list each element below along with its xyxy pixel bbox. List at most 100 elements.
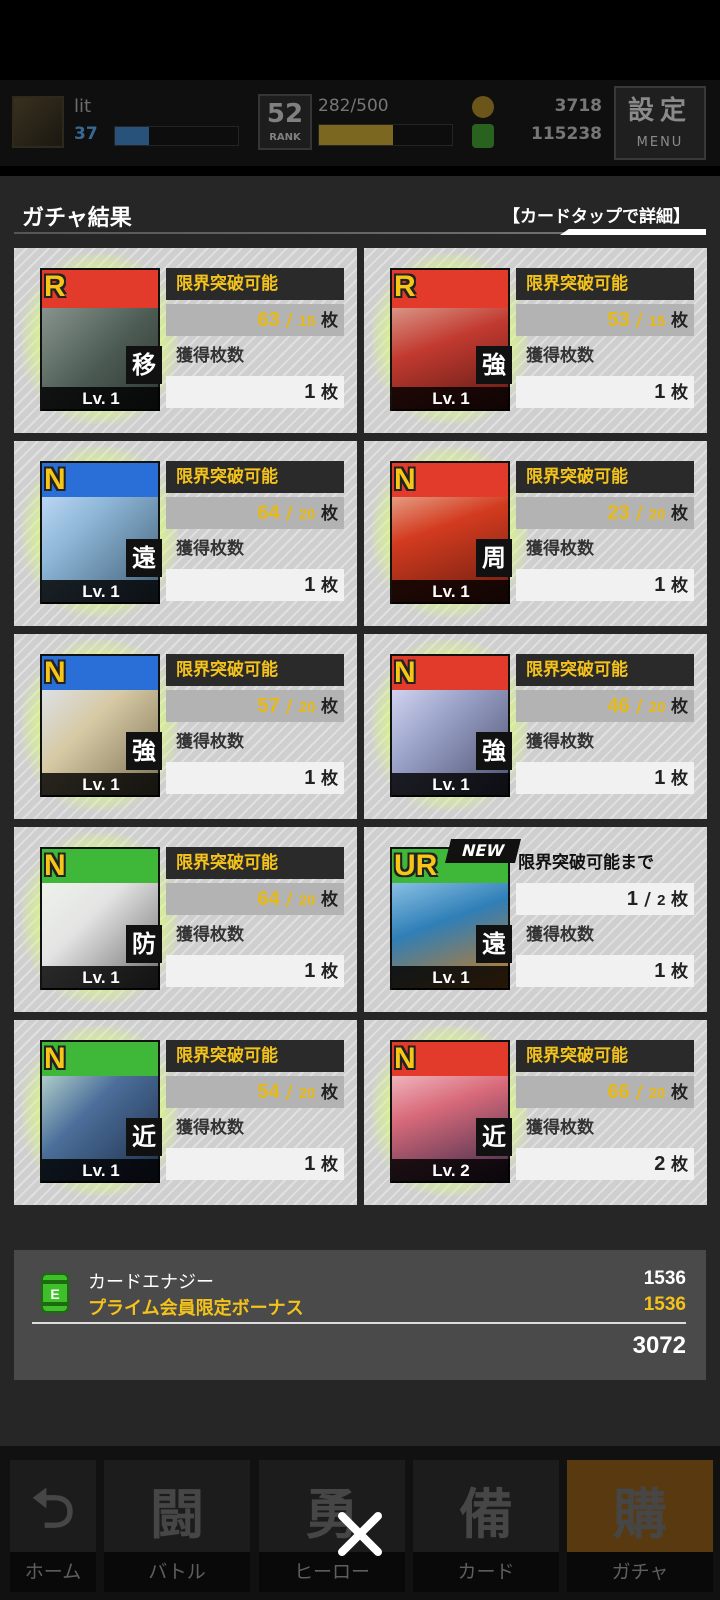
obtained-number: 1 <box>304 574 316 596</box>
limit-break-count: 64 / 20 枚 <box>166 497 344 529</box>
menu-button-top: 設定 <box>627 96 692 126</box>
obtained-count: 1 枚 <box>166 955 344 987</box>
limit-break-max: 2 <box>657 892 666 909</box>
card-level: Lv. 1 <box>42 580 160 604</box>
gacha-result-card[interactable]: N 近 Lv. 1 限界突破可能 54 / 20 枚 獲得枚数 1 枚 <box>14 1020 357 1205</box>
card-level: Lv. 1 <box>42 773 160 797</box>
tap-hint: 【カードタップで詳細】 <box>503 207 690 227</box>
card-rarity: UR <box>394 849 438 882</box>
battle-icon: 闘 <box>150 1483 204 1546</box>
obtained-unit: 枚 <box>321 1155 338 1175</box>
card-rarity: N <box>394 656 416 689</box>
limit-break-max: 20 <box>298 892 316 909</box>
obtained-unit: 枚 <box>671 1155 688 1175</box>
limit-break-max: 20 <box>298 1085 316 1102</box>
limit-break-current: 57 <box>257 695 280 717</box>
limit-break-count: 66 / 20 枚 <box>516 1076 694 1108</box>
limit-break-current: 23 <box>607 502 630 524</box>
obtained-count: 1 枚 <box>166 569 344 601</box>
limit-break-unit: 枚 <box>321 504 338 524</box>
card-icon: 備 <box>459 1483 513 1546</box>
limit-break-unit: 枚 <box>671 890 688 910</box>
obtained-label: 獲得枚数 <box>176 925 244 945</box>
gacha-icon: 購 <box>613 1483 667 1546</box>
obtained-number: 1 <box>304 1153 316 1175</box>
status-bar <box>0 0 720 72</box>
limit-break-label: 限界突破可能 <box>166 654 344 686</box>
card-rarity: N <box>44 656 66 689</box>
card-rarity: N <box>44 1042 66 1075</box>
gacha-result-card[interactable]: N 強 Lv. 1 限界突破可能 57 / 20 枚 獲得枚数 1 枚 <box>14 634 357 819</box>
limit-break-label: 限界突破可能 <box>166 847 344 879</box>
gacha-result-card[interactable]: R 移 Lv. 1 限界突破可能 63 / 15 枚 獲得枚数 1 枚 <box>14 248 357 433</box>
nav-item-gacha[interactable]: 購 ガチャ <box>567 1460 713 1592</box>
limit-break-current: 53 <box>607 309 630 331</box>
card-energy-label: カードエナジー <box>88 1272 214 1293</box>
limit-break-unit: 枚 <box>671 1083 688 1103</box>
obtained-unit: 枚 <box>321 769 338 789</box>
rank-label: RANK <box>269 132 301 143</box>
gacha-result-card[interactable]: N 防 Lv. 1 限界突破可能 64 / 20 枚 獲得枚数 1 枚 <box>14 827 357 1012</box>
card-type-badge: 強 <box>126 732 162 770</box>
obtained-number: 1 <box>654 381 666 403</box>
card-level: Lv. 1 <box>392 580 510 604</box>
xp-bar <box>114 126 239 146</box>
gacha-result-card[interactable]: R 強 Lv. 1 限界突破可能 53 / 15 枚 獲得枚数 1 枚 <box>364 248 707 433</box>
limit-break-unit: 枚 <box>321 697 338 717</box>
card-rarity: N <box>394 1042 416 1075</box>
limit-break-label: 限界突破可能 <box>516 654 694 686</box>
obtained-unit: 枚 <box>671 769 688 789</box>
obtained-number: 2 <box>654 1153 666 1175</box>
obtained-count: 1 枚 <box>166 762 344 794</box>
obtained-label: 獲得枚数 <box>176 346 244 366</box>
limit-break-max: 20 <box>648 699 666 716</box>
nav-item-home[interactable]: ⮌ ホーム <box>10 1460 96 1592</box>
gacha-result-card[interactable]: N 近 Lv. 2 限界突破可能 66 / 20 枚 獲得枚数 2 枚 <box>364 1020 707 1205</box>
card-type-badge: 防 <box>126 925 162 963</box>
player-header <box>0 80 720 166</box>
limit-break-label: 限界突破可能 <box>166 1040 344 1072</box>
close-icon[interactable] <box>334 1508 386 1560</box>
obtained-count: 1 枚 <box>516 762 694 794</box>
page-title: ガチャ結果 <box>22 206 132 231</box>
obtained-number: 1 <box>304 767 316 789</box>
obtained-unit: 枚 <box>671 576 688 596</box>
stamina-value: 282/500 <box>318 96 389 116</box>
xp-bar-fill <box>115 127 150 145</box>
limit-break-count: 23 / 20 枚 <box>516 497 694 529</box>
gacha-result-card[interactable]: N 強 Lv. 1 限界突破可能 46 / 20 枚 獲得枚数 1 枚 <box>364 634 707 819</box>
menu-button: 設定 MENU <box>614 86 706 160</box>
limit-break-label: 限界突破可能 <box>516 1040 694 1072</box>
gacha-result-card[interactable]: N 遠 Lv. 1 限界突破可能 64 / 20 枚 獲得枚数 1 枚 <box>14 441 357 626</box>
card-type-badge: 強 <box>476 346 512 384</box>
limit-break-label: 限界突破可能 <box>166 268 344 300</box>
rank-value: 52 <box>266 99 304 129</box>
limit-break-count: 63 / 15 枚 <box>166 304 344 336</box>
gacha-result-card[interactable]: UR 遠 Lv. 1 NEW 限界突破可能まで 1 / 2 枚 獲得枚数 1 枚 <box>364 827 707 1012</box>
nav-item-battle[interactable]: 闘 バトル <box>104 1460 250 1592</box>
card-type-badge: 強 <box>476 732 512 770</box>
gacha-result-card[interactable]: N 周 Lv. 1 限界突破可能 23 / 20 枚 獲得枚数 1 枚 <box>364 441 707 626</box>
limit-break-current: 63 <box>257 309 280 331</box>
obtained-count: 1 枚 <box>166 1148 344 1180</box>
obtained-unit: 枚 <box>321 383 338 403</box>
obtained-number: 1 <box>654 574 666 596</box>
stamina-bar <box>318 124 453 146</box>
nav-label: カード <box>413 1552 559 1592</box>
obtained-unit: 枚 <box>321 962 338 982</box>
svg-text:E: E <box>50 1286 59 1302</box>
obtained-count: 2 枚 <box>516 1148 694 1180</box>
card-type-badge: 近 <box>126 1118 162 1156</box>
card-type-badge: 遠 <box>476 925 512 963</box>
obtained-label: 獲得枚数 <box>526 732 594 752</box>
nav-label: ホーム <box>10 1552 96 1592</box>
prime-bonus-label: プライム会員限定ボーナス <box>88 1298 304 1319</box>
obtained-count: 1 枚 <box>516 955 694 987</box>
card-rarity: R <box>394 270 416 303</box>
nav-item-card[interactable]: 備 カード <box>413 1460 559 1592</box>
limit-break-count: 1 / 2 枚 <box>516 883 694 915</box>
card-level: Lv. 2 <box>392 1159 510 1183</box>
card-level: Lv. 1 <box>392 387 510 411</box>
prime-bonus-value: 1536 <box>643 1294 686 1315</box>
obtained-unit: 枚 <box>671 962 688 982</box>
